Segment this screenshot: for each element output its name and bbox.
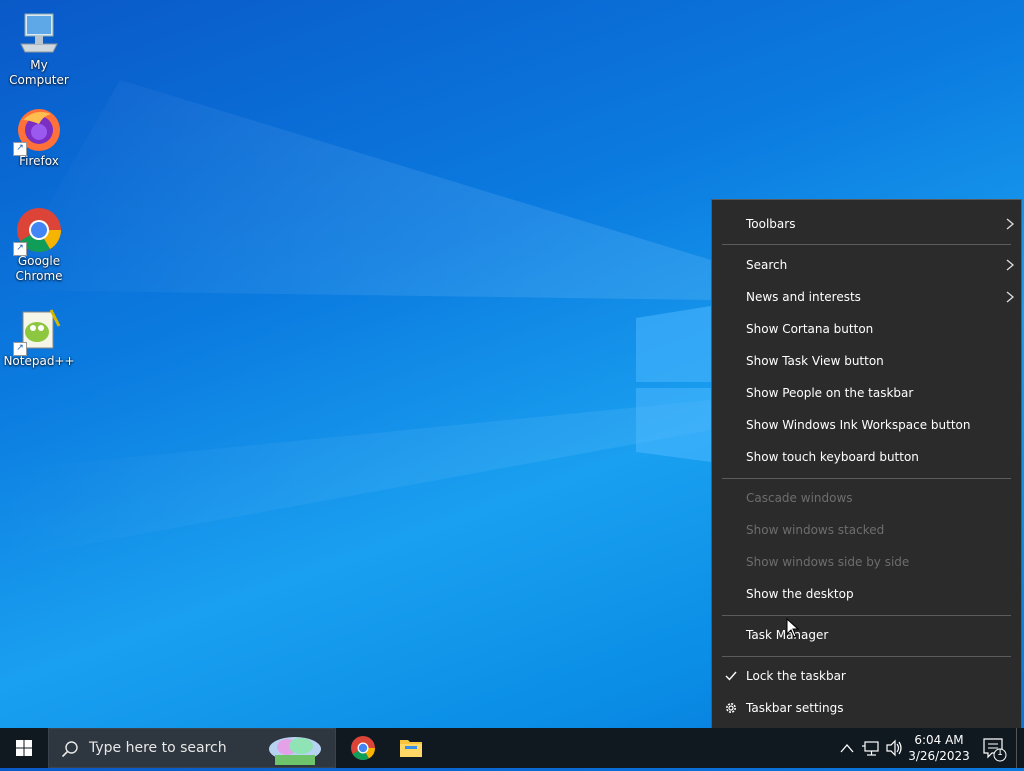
notification-count-badge: 1 — [997, 748, 1003, 758]
menu-item-label: Show Cortana button — [746, 322, 874, 336]
search-placeholder: Type here to search — [89, 740, 227, 756]
news-and-interests-icon[interactable] — [265, 733, 325, 765]
shortcut-arrow-icon: ↗ — [13, 142, 27, 156]
desktop-icon-label: Firefox — [19, 154, 59, 168]
desktop-icon-firefox[interactable]: ↗ Firefox — [1, 106, 77, 169]
checkmark-icon — [725, 671, 737, 681]
action-center-button[interactable]: 1 — [980, 728, 1010, 768]
firefox-icon: ↗ — [13, 106, 63, 156]
menu-separator — [722, 656, 1011, 657]
menu-item-label: Show the desktop — [746, 587, 854, 601]
menu-separator — [722, 478, 1011, 479]
clock-date: 3/26/2023 — [908, 749, 970, 763]
desktop-icon-notepadpp[interactable]: ↗ Notepad++ — [1, 306, 77, 369]
gear-icon — [726, 703, 736, 713]
chevron-right-icon — [1006, 259, 1015, 271]
chrome-icon — [351, 736, 375, 761]
shortcut-arrow-icon: ↗ — [13, 342, 27, 356]
menu-item-label: News and interests — [746, 290, 861, 304]
menu-item-show-the-desktop[interactable]: Show the desktop — [712, 578, 1021, 610]
menu-item-label: Toolbars — [746, 217, 796, 231]
taskbar-context-menu: Toolbars Search News and interests Show … — [711, 199, 1022, 732]
chevron-up-icon[interactable] — [838, 728, 856, 768]
notification-icon — [983, 738, 1007, 762]
taskbar-app-chrome[interactable] — [339, 728, 387, 768]
show-desktop-button[interactable] — [1016, 728, 1024, 768]
shortcut-arrow-icon: ↗ — [13, 242, 27, 256]
desktop-icon-label: Google Chrome — [15, 254, 63, 283]
clock-time: 6:04 AM — [914, 733, 964, 747]
windows-logo-icon — [16, 740, 32, 756]
desktop-icon-my-computer[interactable]: My Computer — [1, 10, 77, 88]
chevron-right-icon — [1006, 291, 1015, 303]
taskbar[interactable]: Type here to search 6:04 AM 3/26/2023 1 — [0, 728, 1024, 768]
menu-item-show-windows-stacked: Show windows stacked — [712, 514, 1021, 546]
search-icon — [61, 741, 78, 758]
menu-separator — [722, 244, 1011, 245]
file-explorer-icon — [400, 740, 422, 757]
mouse-cursor-icon — [786, 618, 800, 638]
menu-item-cascade-windows: Cascade windows — [712, 482, 1021, 514]
menu-item-show-people[interactable]: Show People on the taskbar — [712, 377, 1021, 409]
menu-item-taskbar-settings[interactable]: Taskbar settings — [712, 692, 1021, 724]
taskbar-clock[interactable]: 6:04 AM 3/26/2023 — [900, 732, 978, 764]
notepadpp-icon: ↗ — [13, 306, 63, 356]
chrome-icon: ↗ — [13, 206, 63, 256]
menu-item-label: Lock the taskbar — [746, 669, 846, 683]
menu-item-label: Search — [746, 258, 788, 272]
menu-item-lock-the-taskbar[interactable]: Lock the taskbar — [712, 660, 1021, 692]
menu-item-label: Show People on the taskbar — [746, 386, 914, 400]
taskbar-search-box[interactable]: Type here to search — [48, 728, 336, 768]
desktop-icon-label: Notepad++ — [3, 354, 75, 368]
menu-item-show-task-view-button[interactable]: Show Task View button — [712, 345, 1021, 377]
network-icon[interactable] — [860, 728, 882, 768]
menu-item-search[interactable]: Search — [712, 249, 1021, 281]
menu-item-label: Show windows side by side — [746, 555, 910, 569]
chevron-right-icon — [1006, 218, 1015, 230]
menu-item-task-manager[interactable]: Task Manager — [712, 619, 1021, 651]
menu-item-label: Show windows stacked — [746, 523, 885, 537]
menu-item-show-cortana-button[interactable]: Show Cortana button — [712, 313, 1021, 345]
menu-item-show-windows-side-by-side: Show windows side by side — [712, 546, 1021, 578]
desktop-icon-label: My Computer — [9, 58, 69, 87]
menu-item-label: Cascade windows — [746, 491, 853, 505]
menu-item-toolbars[interactable]: Toolbars — [712, 208, 1021, 240]
computer-icon — [15, 10, 63, 58]
taskbar-app-file-explorer[interactable] — [387, 728, 435, 768]
menu-item-show-ink-workspace[interactable]: Show Windows Ink Workspace button — [712, 409, 1021, 441]
desktop-icon-chrome[interactable]: ↗ Google Chrome — [1, 206, 77, 284]
menu-item-news-and-interests[interactable]: News and interests — [712, 281, 1021, 313]
start-button[interactable] — [0, 728, 48, 768]
menu-item-label: Show touch keyboard button — [746, 450, 919, 464]
menu-item-label: Show Windows Ink Workspace button — [746, 418, 971, 432]
menu-item-label: Show Task View button — [746, 354, 884, 368]
menu-item-show-touch-keyboard[interactable]: Show touch keyboard button — [712, 441, 1021, 473]
menu-item-label: Taskbar settings — [746, 701, 844, 715]
menu-separator — [722, 615, 1011, 616]
